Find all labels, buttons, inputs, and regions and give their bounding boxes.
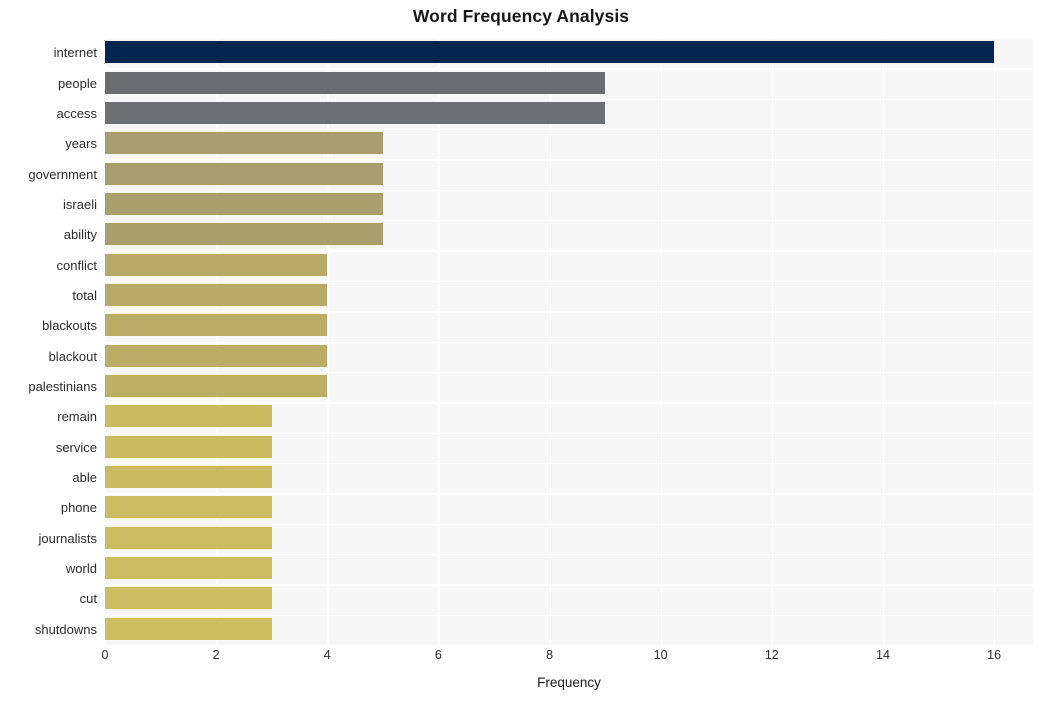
- bar-access: [105, 101, 606, 124]
- bar-total: [105, 283, 328, 306]
- bar-row: [105, 311, 1033, 339]
- bar-blackouts: [105, 314, 328, 337]
- bar-row: [105, 463, 1033, 491]
- bar-israeli: [105, 192, 383, 215]
- y-tick-label-internet: internet: [53, 45, 97, 61]
- bar-row: [105, 281, 1033, 309]
- bar-service: [105, 435, 272, 458]
- bar-row: [105, 402, 1033, 430]
- x-axis-title: Frequency: [537, 675, 601, 690]
- y-tick-label-access: access: [56, 105, 97, 121]
- y-tick-label-remain: remain: [57, 409, 97, 425]
- plot-area: [105, 38, 1033, 645]
- bar-row: [105, 68, 1033, 96]
- bar-row: [105, 615, 1033, 643]
- y-tick-label-blackouts: blackouts: [42, 318, 97, 334]
- bar-row: [105, 129, 1033, 157]
- bar-row: [105, 159, 1033, 187]
- y-tick-label-phone: phone: [60, 500, 97, 516]
- bar-row: [105, 524, 1033, 552]
- x-tick-label-14: 14: [876, 648, 890, 662]
- x-tick-label-16: 16: [987, 648, 1002, 662]
- y-tick-label-world: world: [65, 561, 97, 577]
- bar-row: [105, 190, 1033, 218]
- x-tick-label-0: 0: [101, 648, 109, 662]
- y-tick-label-able: able: [72, 470, 97, 486]
- x-tick-label-2: 2: [212, 648, 220, 662]
- bar-ability: [105, 223, 383, 246]
- bar-years: [105, 132, 383, 155]
- bar-row: [105, 38, 1033, 66]
- bar-row: [105, 342, 1033, 370]
- bar-world: [105, 557, 272, 580]
- y-tick-label-ability: ability: [63, 227, 97, 243]
- bar-journalists: [105, 526, 272, 549]
- bar-row: [105, 99, 1033, 127]
- y-tick-label-total: total: [72, 287, 97, 303]
- chart-title: Word Frequency Analysis: [412, 6, 630, 26]
- bar-conflict: [105, 253, 328, 276]
- y-tick-label-cut: cut: [79, 591, 97, 607]
- bar-remain: [105, 405, 272, 428]
- bar-phone: [105, 496, 272, 519]
- x-tick-label-8: 8: [546, 648, 554, 662]
- x-axis-tick-labels: 0 2 4 6 8 10 12 14 16: [101, 648, 1033, 668]
- bar-able: [105, 466, 272, 489]
- bar-cut: [105, 587, 272, 610]
- bar-row: [105, 493, 1033, 521]
- word-frequency-bar-chart: Word Frequency Analysis internet people ac…: [0, 0, 1042, 701]
- x-tick-label-4: 4: [323, 648, 331, 662]
- bar-row: [105, 554, 1033, 582]
- y-tick-label-service: service: [55, 439, 97, 455]
- y-tick-label-shutdowns: shutdowns: [34, 621, 97, 637]
- x-tick-label-12: 12: [764, 648, 779, 662]
- y-tick-label-journalists: journalists: [38, 530, 97, 546]
- bar-government: [105, 162, 383, 185]
- bar-blackout: [105, 344, 328, 367]
- bar-row: [105, 433, 1033, 461]
- bar-row: [105, 372, 1033, 400]
- bar-shutdowns: [105, 617, 272, 640]
- bar-palestinians: [105, 375, 328, 398]
- bar-internet: [105, 41, 995, 64]
- y-tick-label-conflict: conflict: [56, 257, 97, 273]
- bar-people: [105, 71, 606, 94]
- y-tick-label-palestinians: palestinians: [28, 379, 97, 395]
- y-tick-label-years: years: [65, 136, 97, 152]
- y-tick-label-government: government: [28, 166, 97, 182]
- y-axis-category-labels: internet people access years government israe…: [0, 38, 97, 645]
- y-tick-label-blackout: blackout: [48, 348, 97, 364]
- y-tick-label-israeli: israeli: [63, 196, 97, 212]
- bar-row: [105, 220, 1033, 248]
- x-tick-label-6: 6: [434, 648, 442, 662]
- x-tick-label-10: 10: [653, 648, 668, 662]
- bar-row: [105, 250, 1033, 278]
- bar-row: [105, 584, 1033, 612]
- y-tick-label-people: people: [57, 75, 97, 91]
